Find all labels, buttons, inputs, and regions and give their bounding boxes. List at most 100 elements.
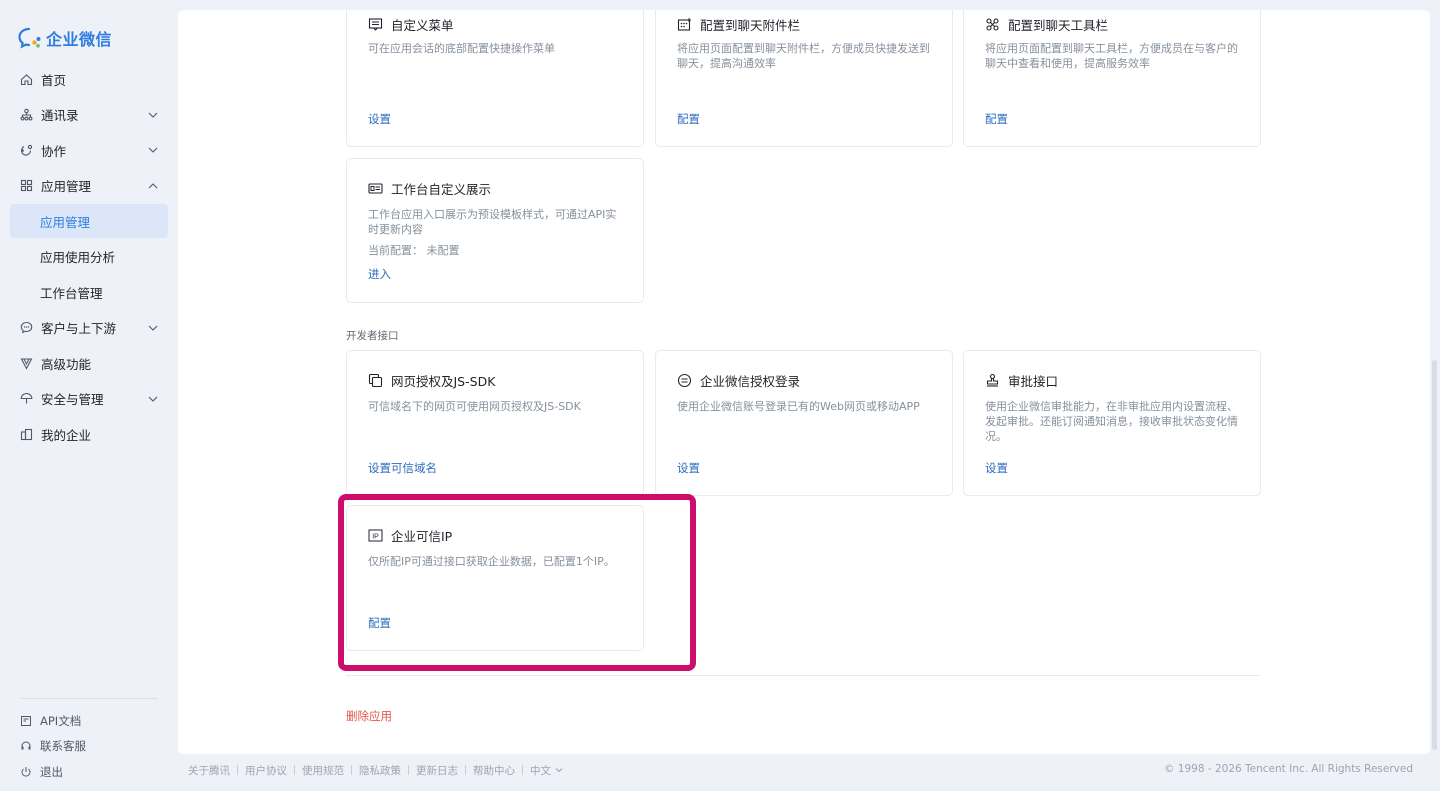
- main-panel: 自定义菜单 可在应用会话的底部配置快捷操作菜单 设置 配置到聊天附件栏 将应用页…: [178, 10, 1430, 754]
- footer-separator: [522, 765, 523, 775]
- sidebar-divider: [20, 698, 158, 699]
- set-trusted-domain-link[interactable]: 设置可信域名: [368, 460, 437, 476]
- sidebar-item-security[interactable]: 安全与管理: [10, 382, 168, 416]
- footer-link-changelog[interactable]: 更新日志: [416, 763, 458, 778]
- footer-link-about[interactable]: 关于腾讯: [188, 763, 230, 778]
- card-description: 工作台应用入口展示为预设模板样式，可通过API实时更新内容: [368, 208, 617, 236]
- card-custom-menu: 自定义菜单 可在应用会话的底部配置快捷操作菜单 设置: [346, 10, 644, 147]
- sidebar-item-label: 工作台管理: [40, 285, 103, 301]
- approval-api-settings-link[interactable]: 设置: [985, 460, 1008, 476]
- card-description: 使用企业微信账号登录已有的Web网页或移动APP: [677, 400, 920, 413]
- bottom-link-label: 联系客服: [40, 739, 86, 754]
- chevron-down-icon: [148, 111, 158, 119]
- sidebar-item-home[interactable]: 首页: [10, 62, 168, 96]
- footer-separator: [294, 765, 295, 775]
- copy-windows-icon: [368, 373, 383, 388]
- card-title: 配置到聊天附件栏: [677, 15, 800, 34]
- card-title-text: 工作台自定义展示: [391, 182, 492, 197]
- sidebar-item-customers[interactable]: 客户与上下游: [10, 311, 168, 345]
- api-docs-link[interactable]: API文档: [20, 708, 160, 734]
- card-description: 将应用页面配置到聊天工具栏，方便成员在与客户的聊天中查看和使用，提高服务效率: [985, 42, 1238, 70]
- card-title: 自定义菜单: [368, 15, 454, 34]
- power-icon: [20, 766, 32, 778]
- sidebar-subitem-app-management[interactable]: 应用管理: [10, 204, 168, 238]
- trusted-ip-configure-link[interactable]: 配置: [368, 615, 391, 631]
- card-workbench-custom-display: 工作台自定义展示 工作台应用入口展示为预设模板样式，可通过API实时更新内容 当…: [346, 158, 644, 303]
- workbench-card-icon: [368, 181, 383, 196]
- language-label: 中文: [530, 764, 551, 777]
- card-description: 使用企业微信审批能力，在非审批应用内设置流程、发起审批。还能订阅通知消息，接收审…: [985, 400, 1238, 443]
- sidebar-item-label: 首页: [41, 72, 67, 88]
- card-title: 审批接口: [985, 371, 1058, 390]
- card-description: 可在应用会话的底部配置快捷操作菜单: [368, 42, 555, 55]
- language-selector[interactable]: 中文: [530, 763, 563, 778]
- chat-attachment-configure-link[interactable]: 配置: [677, 111, 700, 127]
- card-web-auth-jssdk: 网页授权及JS-SDK 可信域名下的网页可使用网页授权及JS-SDK 设置可信域…: [346, 350, 644, 496]
- card-description: 仅所配IP可通过接口获取企业数据，已配置1个IP。: [368, 555, 615, 568]
- workbench-enter-link[interactable]: 进入: [368, 266, 391, 282]
- card-title-text: 配置到聊天工具栏: [1008, 18, 1109, 33]
- footer-link-privacy[interactable]: 隐私政策: [359, 763, 401, 778]
- chevron-down-icon: [555, 767, 563, 773]
- chevron-down-icon: [148, 146, 158, 154]
- sidebar-item-label: 应用管理: [40, 214, 91, 230]
- footer-link-user-agreement[interactable]: 用户协议: [245, 763, 287, 778]
- building-icon: [20, 428, 33, 441]
- footer-links: 关于腾讯 用户协议 使用规范 隐私政策 更新日志 帮助中心 中文: [188, 762, 563, 778]
- ip-badge-icon: IP: [368, 528, 383, 543]
- chevron-up-icon: [148, 182, 158, 190]
- card-title-text: 配置到聊天附件栏: [700, 18, 801, 33]
- sidebar-item-label: 安全与管理: [41, 392, 104, 407]
- card-chat-attachment-bar: 配置到聊天附件栏 将应用页面配置到聊天附件栏，方便成员快捷发送到聊天，提高沟通效…: [655, 10, 953, 147]
- page-scrollbar[interactable]: [1432, 360, 1437, 750]
- section-title-developer-api: 开发者接口: [346, 330, 399, 342]
- card-title: 企业微信授权登录: [677, 371, 800, 390]
- bottom-link-label: 退出: [40, 764, 63, 779]
- contact-support-link[interactable]: 联系客服: [20, 734, 160, 760]
- card-trusted-ip: IP 企业可信IP 仅所配IP可通过接口获取企业数据，已配置1个IP。 配置: [346, 505, 644, 651]
- copyright-text: © 1998 - 2026 Tencent Inc. All Rights Re…: [1163, 763, 1413, 775]
- chevron-down-icon: [148, 324, 158, 332]
- sidebar-subitem-workbench-management[interactable]: 工作台管理: [10, 275, 168, 309]
- sidebar-item-label: 高级功能: [41, 356, 92, 372]
- delete-app-button[interactable]: 删除应用: [346, 708, 392, 724]
- sidebar-item-advanced[interactable]: 高级功能: [10, 346, 168, 380]
- sidebar-item-my-company[interactable]: 我的企业: [10, 417, 168, 451]
- card-wecom-auth-login: 企业微信授权登录 使用企业微信账号登录已有的Web网页或移动APP 设置: [655, 350, 953, 496]
- chat-toolbar-configure-link[interactable]: 配置: [985, 111, 1008, 127]
- apps-grid-icon: [20, 179, 33, 192]
- sidebar-item-label: 应用管理: [41, 179, 92, 194]
- card-chat-toolbar: 配置到聊天工具栏 将应用页面配置到聊天工具栏，方便成员在与客户的聊天中查看和使用…: [963, 10, 1261, 147]
- footer-separator: [237, 765, 238, 775]
- wecom-login-settings-link[interactable]: 设置: [677, 460, 700, 476]
- card-title: 配置到聊天工具栏: [985, 15, 1108, 34]
- card-description: 将应用页面配置到聊天附件栏，方便成员快捷发送到聊天，提高沟通效率: [677, 42, 930, 70]
- sidebar-item-label: 协作: [41, 143, 67, 159]
- footer-separator: [351, 765, 352, 775]
- sidebar-item-collaboration[interactable]: 协作: [10, 133, 168, 167]
- sidebar-item-label: 通讯录: [41, 108, 79, 123]
- card-title-text: 网页授权及JS-SDK: [391, 374, 496, 389]
- home-icon: [20, 73, 33, 86]
- sidebar-item-app-management[interactable]: 应用管理: [10, 169, 168, 203]
- triangle-filter-icon: [20, 357, 33, 370]
- sidebar-nav: 首页 通讯录 协作 应用管理 应用管理 应用使用分析 工作台管理 客户与上下游 …: [10, 62, 168, 453]
- login-circle-icon: [677, 373, 692, 388]
- chevron-down-icon: [148, 395, 158, 403]
- footer-link-usage-rules[interactable]: 使用规范: [302, 763, 344, 778]
- document-icon: [20, 715, 32, 727]
- logout-link[interactable]: 退出: [20, 759, 160, 785]
- card-title-text: 审批接口: [1008, 374, 1059, 389]
- attachment-grid-icon: [677, 17, 692, 32]
- svg-text:IP: IP: [372, 534, 379, 541]
- brand-logo[interactable]: 企业微信: [18, 26, 112, 50]
- sidebar-item-contacts[interactable]: 通讯录: [10, 98, 168, 132]
- card-title: 工作台自定义展示: [368, 179, 491, 198]
- custom-menu-settings-link[interactable]: 设置: [368, 111, 391, 127]
- sidebar-subitem-app-usage-analysis[interactable]: 应用使用分析: [10, 240, 168, 274]
- footer-link-help[interactable]: 帮助中心: [473, 763, 515, 778]
- card-approval-api: 审批接口 使用企业微信审批能力，在非审批应用内设置流程、发起审批。还能订阅通知消…: [963, 350, 1261, 496]
- sidebar-item-label: 我的企业: [41, 427, 92, 443]
- toolbar-icon: [985, 17, 1000, 32]
- card-title: 网页授权及JS-SDK: [368, 371, 495, 390]
